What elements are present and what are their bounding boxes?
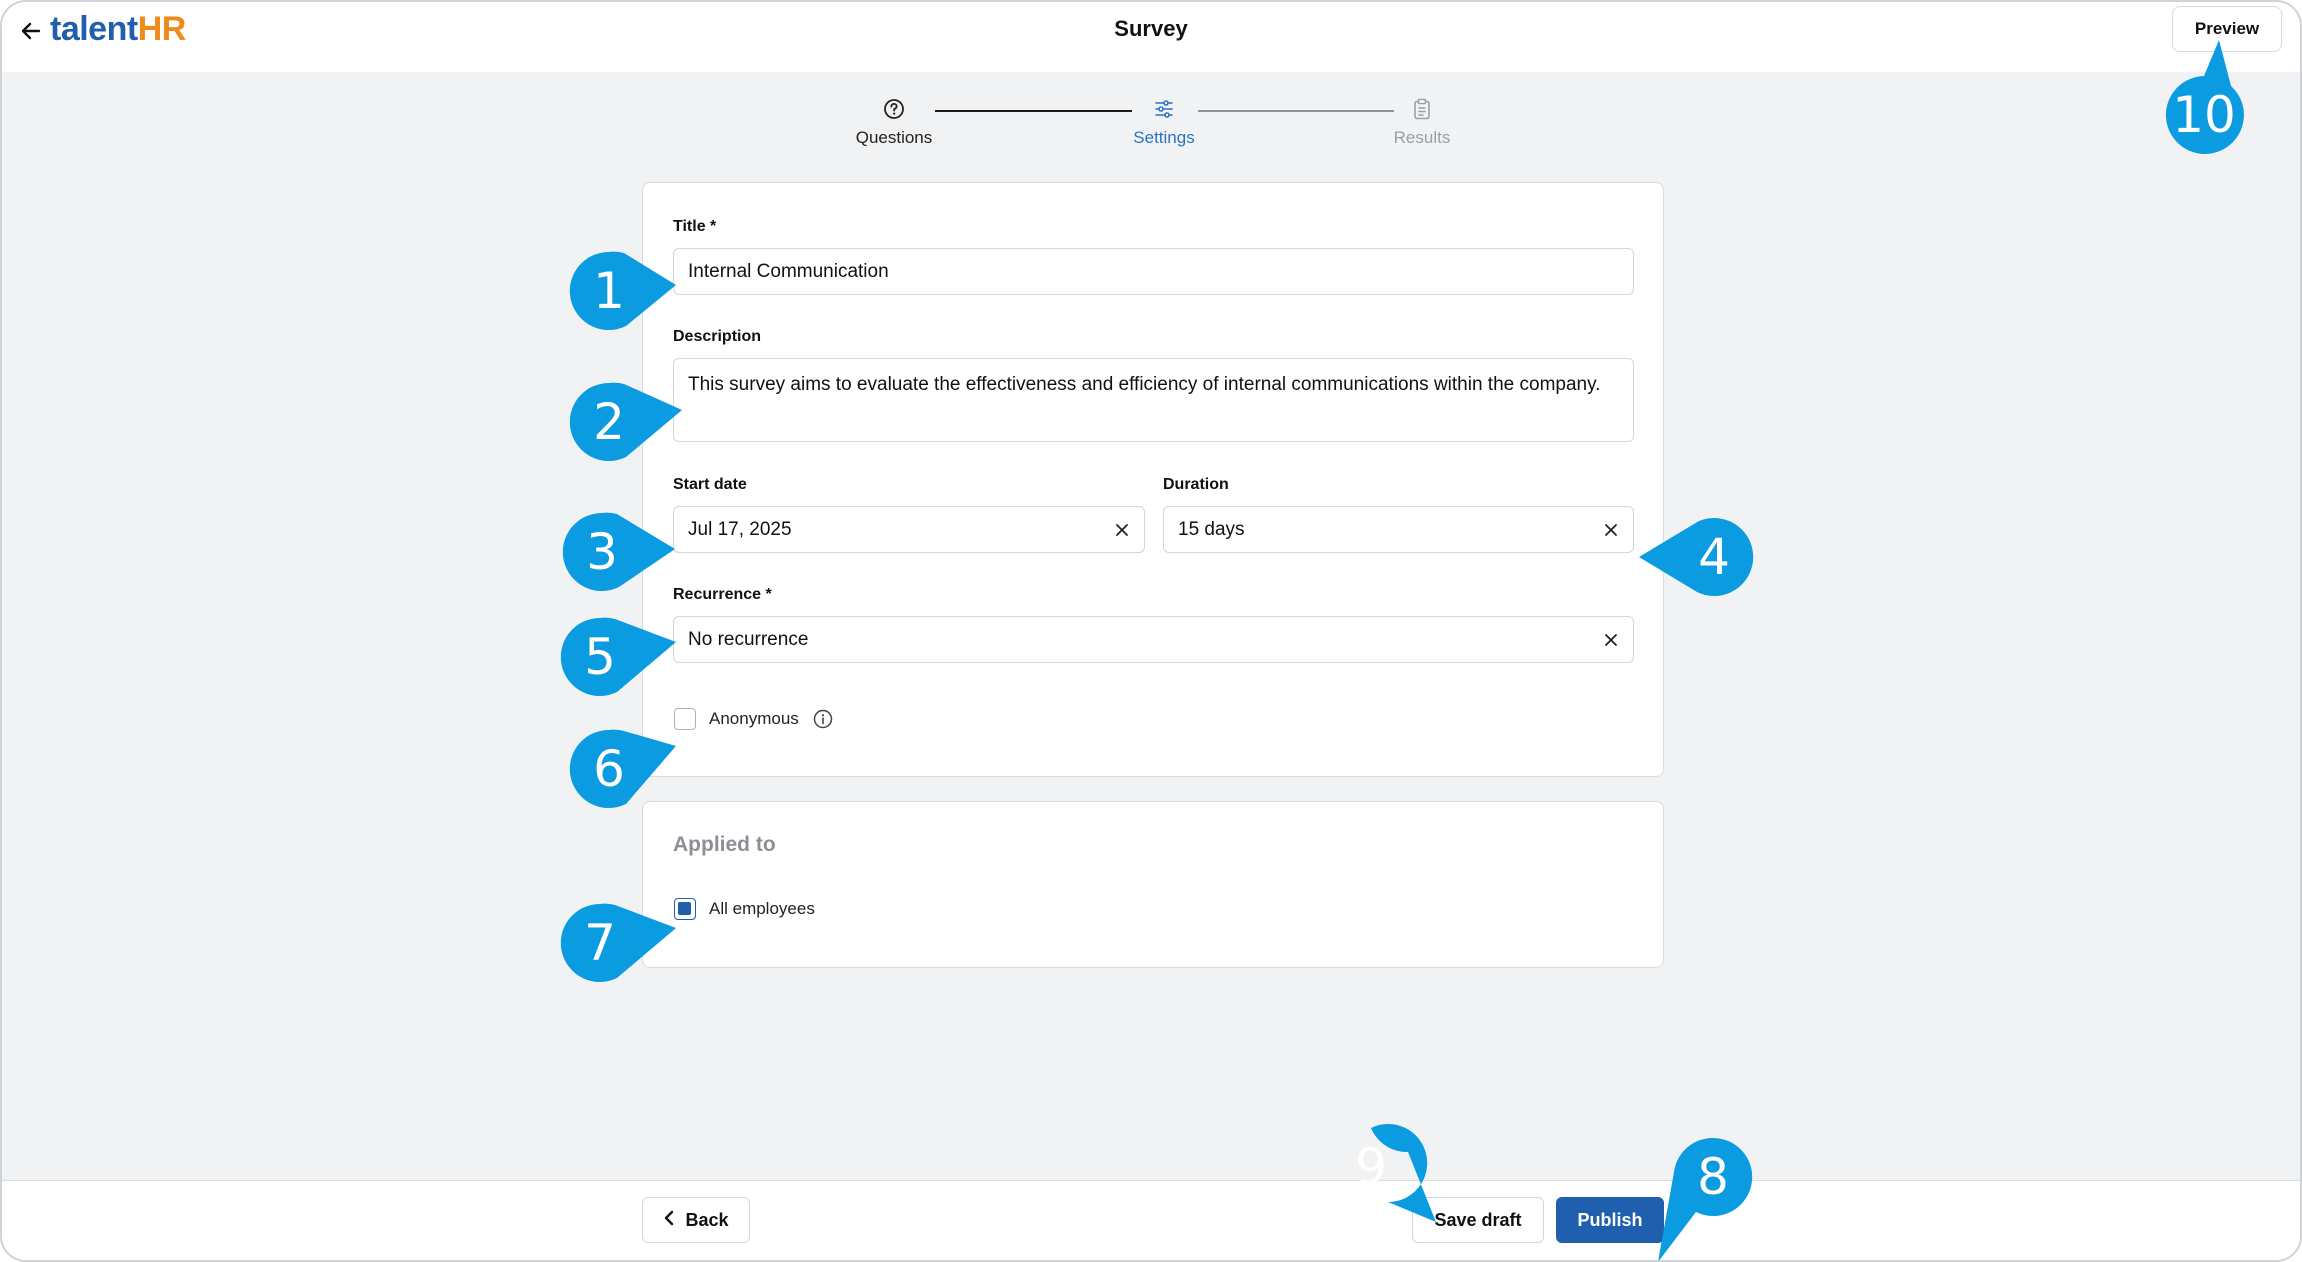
top-bar: talentHR Survey Preview <box>2 2 2300 72</box>
callout-number: 5 <box>584 628 616 686</box>
step-results[interactable]: Results <box>1352 94 1492 148</box>
step-settings[interactable]: Settings <box>1094 94 1234 148</box>
back-button[interactable]: Back <box>642 1197 750 1243</box>
applied-to-card: Applied to All employees <box>642 801 1664 968</box>
callout-marker: 5 <box>555 612 676 702</box>
page-title: Survey <box>1114 16 1188 41</box>
callout-marker: 7 <box>555 898 676 988</box>
clipboard-icon <box>1352 94 1492 124</box>
callout-number: 4 <box>1698 528 1730 586</box>
anonymous-checkbox[interactable] <box>674 708 696 730</box>
callout-marker: 9 <box>1326 1122 1436 1222</box>
step-label: Questions <box>855 128 933 147</box>
back-label: Back <box>685 1209 729 1230</box>
callout-marker: 1 <box>564 246 676 336</box>
callout-marker: 3 <box>557 507 675 597</box>
callout-marker: 6 <box>564 724 676 814</box>
clear-start-date-icon[interactable] <box>1112 520 1132 540</box>
callout-marker: 10 <box>2159 40 2249 160</box>
publish-button[interactable]: Publish <box>1556 1197 1664 1243</box>
step-label: Settings <box>1133 128 1195 147</box>
recurrence-select[interactable]: No recurrence <box>673 616 1634 663</box>
duration-input[interactable]: 15 days <box>1163 506 1634 553</box>
description-label: Description <box>673 328 762 345</box>
title-input[interactable]: Internal Communication <box>673 248 1634 295</box>
chevron-left-icon <box>663 1210 675 1231</box>
duration-value: 15 days <box>1178 518 1245 540</box>
callout-number: 3 <box>586 523 618 581</box>
callout-number: 7 <box>584 914 616 972</box>
duration-label: Duration <box>1163 476 1229 493</box>
step-questions[interactable]: Questions <box>824 94 964 148</box>
start-date-label: Start date <box>673 476 747 493</box>
callout-number: 1 <box>593 262 625 320</box>
callout-marker: 2 <box>564 377 682 467</box>
step-label: Results <box>1393 128 1451 147</box>
all-employees-checkbox[interactable] <box>674 898 696 920</box>
settings-card: Title * Internal Communication Descripti… <box>642 182 1664 777</box>
anonymous-label: Anonymous <box>709 709 799 728</box>
callout-number: 10 <box>2172 86 2236 144</box>
applied-to-title: Applied to <box>673 833 776 856</box>
callout-number: 2 <box>593 393 625 451</box>
clear-duration-icon[interactable] <box>1601 520 1621 540</box>
question-circle-icon <box>824 94 964 124</box>
all-employees-label: All employees <box>709 899 815 918</box>
info-icon[interactable] <box>813 709 833 729</box>
callout-marker: 8 <box>1658 1132 1758 1260</box>
callout-number: 8 <box>1697 1148 1729 1206</box>
description-textarea[interactable]: This survey aims to evaluate the effecti… <box>673 358 1634 442</box>
description-value: This survey aims to evaluate the effecti… <box>688 374 1601 395</box>
title-value: Internal Communication <box>688 260 889 282</box>
title-label: Title * <box>673 218 717 235</box>
app-window: talentHR Survey Preview Questions Settin… <box>0 0 2302 1262</box>
start-date-value: Jul 17, 2025 <box>688 518 792 540</box>
callout-marker: 4 <box>1639 512 1759 602</box>
sliders-icon <box>1094 94 1234 124</box>
clear-recurrence-icon[interactable] <box>1601 630 1621 650</box>
callout-number: 9 <box>1355 1138 1387 1196</box>
recurrence-label: Recurrence * <box>673 586 772 603</box>
preview-button[interactable]: Preview <box>2172 6 2282 52</box>
recurrence-value: No recurrence <box>688 628 809 650</box>
callout-number: 6 <box>593 740 625 798</box>
start-date-input[interactable]: Jul 17, 2025 <box>673 506 1145 553</box>
footer-bar: Back Save draft Publish <box>2 1180 2300 1260</box>
